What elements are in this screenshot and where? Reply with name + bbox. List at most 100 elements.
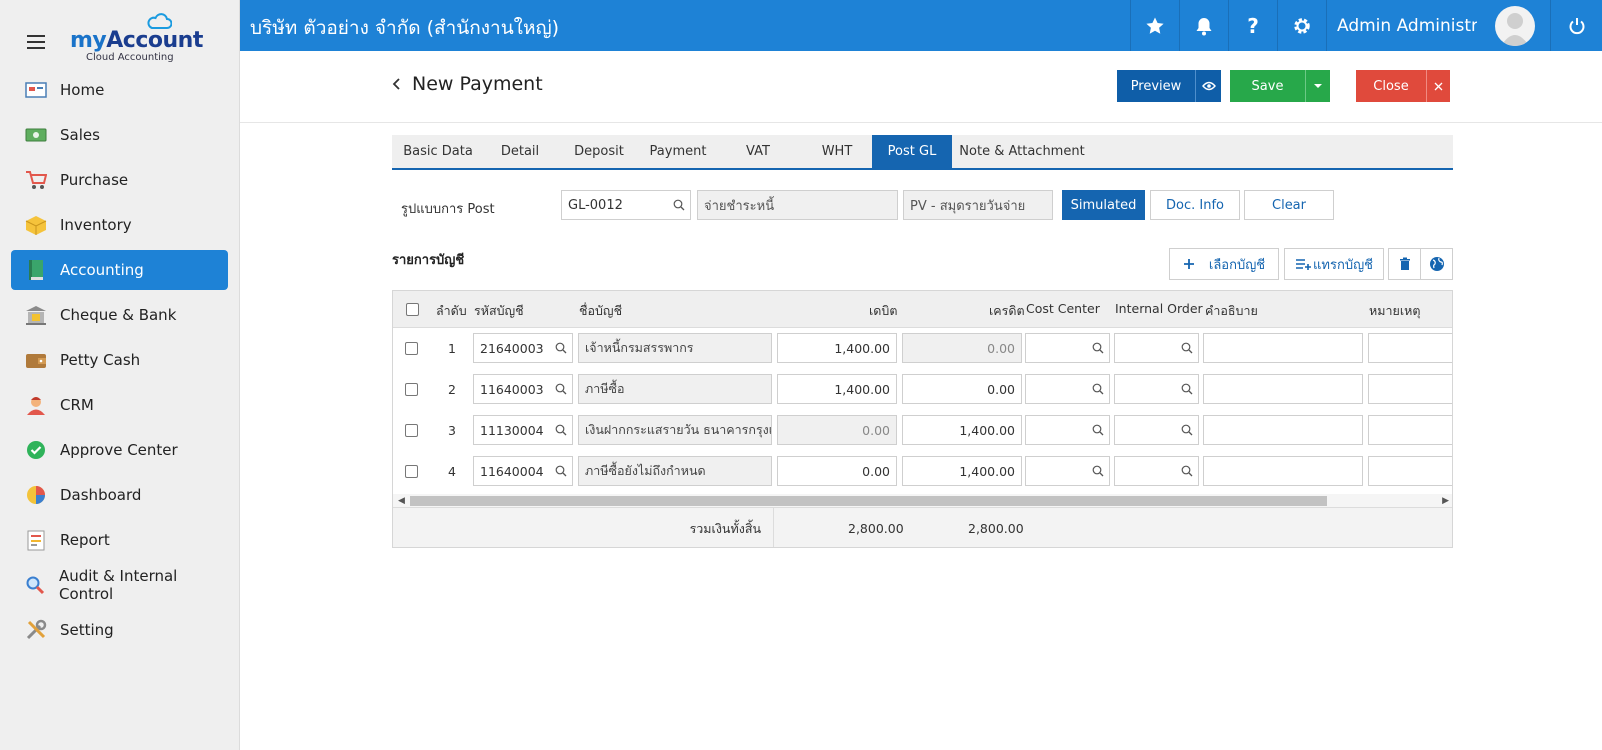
tab-note-attachment[interactable]: Note & Attachment xyxy=(952,135,1092,168)
save-options-button[interactable] xyxy=(1305,70,1330,102)
search-icon[interactable] xyxy=(555,465,567,477)
remark-input[interactable] xyxy=(1368,456,1452,486)
scroll-left-arrow-icon[interactable]: ◀ xyxy=(398,496,405,506)
check-circle-icon xyxy=(25,439,47,461)
cost-center-input[interactable] xyxy=(1025,456,1110,486)
search-icon[interactable] xyxy=(1092,465,1104,477)
tab-wht[interactable]: WHT xyxy=(802,135,872,168)
chevron-left-icon[interactable] xyxy=(390,77,404,91)
doc-info-button[interactable]: Doc. Info xyxy=(1150,190,1240,220)
search-icon[interactable] xyxy=(1181,342,1193,354)
debit-input[interactable]: 1,400.00 xyxy=(777,374,897,404)
account-code-input[interactable]: 21640003 xyxy=(473,333,573,363)
search-icon[interactable] xyxy=(1181,424,1193,436)
description-input[interactable] xyxy=(1203,333,1363,363)
sidebar-item-audit[interactable]: Audit & Internal Control xyxy=(11,565,228,605)
search-icon[interactable] xyxy=(1092,383,1104,395)
debit-input: 0.00 xyxy=(777,415,897,445)
internal-order-input[interactable] xyxy=(1114,415,1199,445)
clear-button[interactable]: Clear xyxy=(1244,190,1334,220)
debit-input[interactable]: 1,400.00 xyxy=(777,333,897,363)
remark-input[interactable] xyxy=(1368,333,1452,363)
save-button[interactable]: Save xyxy=(1230,70,1305,102)
scroll-right-arrow-icon[interactable]: ▶ xyxy=(1442,496,1449,506)
remark-input[interactable] xyxy=(1368,374,1452,404)
sidebar-item-accounting[interactable]: Accounting xyxy=(11,250,228,290)
sidebar-item-crm[interactable]: CRM xyxy=(11,385,228,425)
settings-button[interactable] xyxy=(1277,0,1326,51)
debit-input[interactable]: 0.00 xyxy=(777,456,897,486)
account-code-input[interactable]: 11130004 xyxy=(473,415,573,445)
credit-input[interactable]: 0.00 xyxy=(902,374,1022,404)
search-icon[interactable] xyxy=(1181,383,1193,395)
user-menu[interactable]: Admin Administr... xyxy=(1326,0,1550,51)
language-button[interactable] xyxy=(1420,248,1453,280)
sidebar-item-setting[interactable]: Setting xyxy=(11,610,228,650)
credit-input[interactable]: 1,400.00 xyxy=(902,456,1022,486)
close-button[interactable]: Close xyxy=(1356,70,1426,102)
tab-payment[interactable]: Payment xyxy=(642,135,714,168)
logout-button[interactable] xyxy=(1550,0,1602,51)
sidebar-item-inventory[interactable]: Inventory xyxy=(11,205,228,245)
cost-center-input[interactable] xyxy=(1025,374,1110,404)
description-input[interactable] xyxy=(1203,374,1363,404)
internal-order-input[interactable] xyxy=(1114,374,1199,404)
credit-input[interactable]: 1,400.00 xyxy=(902,415,1022,445)
row-checkbox[interactable] xyxy=(405,342,418,355)
search-icon[interactable] xyxy=(1181,465,1193,477)
row-checkbox[interactable] xyxy=(405,383,418,396)
search-icon[interactable] xyxy=(555,383,567,395)
search-icon[interactable] xyxy=(1092,424,1104,436)
app-logo[interactable]: myAccount Cloud Accounting xyxy=(68,12,203,64)
post-code-input[interactable]: GL-0012 xyxy=(561,190,691,220)
horizontal-scrollbar[interactable]: ◀ ▶ xyxy=(393,494,1452,507)
search-icon[interactable] xyxy=(555,424,567,436)
description-input[interactable] xyxy=(1203,456,1363,486)
sidebar-item-sales[interactable]: Sales xyxy=(11,115,228,155)
search-icon[interactable] xyxy=(1092,342,1104,354)
sidebar-item-approve-center[interactable]: Approve Center xyxy=(11,430,228,470)
preview-eye-button[interactable] xyxy=(1195,70,1221,102)
scrollbar-thumb[interactable] xyxy=(410,496,1327,506)
insert-account-button[interactable]: แทรกบัญชี xyxy=(1284,248,1384,280)
select-all-checkbox[interactable] xyxy=(406,303,419,316)
preview-button[interactable]: Preview xyxy=(1117,70,1195,102)
notifications-button[interactable] xyxy=(1179,0,1228,51)
account-code-input[interactable]: 11640003 xyxy=(473,374,573,404)
account-code-input[interactable]: 11640004 xyxy=(473,456,573,486)
account-name-field: เจ้าหนี้กรมสรรพากร xyxy=(578,333,772,363)
search-icon[interactable] xyxy=(673,199,685,211)
sidebar-item-report[interactable]: Report xyxy=(11,520,228,560)
hamburger-menu-icon[interactable] xyxy=(27,35,45,49)
tab-basic-data[interactable]: Basic Data xyxy=(392,135,484,168)
select-account-button[interactable]: เลือกบัญชี xyxy=(1169,248,1279,280)
col-debit: เดบิต xyxy=(869,303,898,318)
insert-account-label: แทรกบัญชี xyxy=(1313,257,1373,273)
cost-center-input[interactable] xyxy=(1025,415,1110,445)
box-icon xyxy=(25,214,47,236)
internal-order-input[interactable] xyxy=(1114,333,1199,363)
sidebar-item-cheque-bank[interactable]: Cheque & Bank xyxy=(11,295,228,335)
sidebar-item-label: Report xyxy=(60,531,110,549)
sidebar-item-purchase[interactable]: Purchase xyxy=(11,160,228,200)
favorites-button[interactable] xyxy=(1130,0,1179,51)
magnifier-icon xyxy=(25,574,46,596)
tab-detail[interactable]: Detail xyxy=(484,135,556,168)
tab-deposit[interactable]: Deposit xyxy=(556,135,642,168)
row-checkbox[interactable] xyxy=(405,424,418,437)
tab-vat[interactable]: VAT xyxy=(714,135,802,168)
internal-order-input[interactable] xyxy=(1114,456,1199,486)
simulated-button[interactable]: Simulated xyxy=(1062,190,1145,220)
sidebar-item-petty-cash[interactable]: Petty Cash xyxy=(11,340,228,380)
row-checkbox[interactable] xyxy=(405,465,418,478)
tab-post-gl[interactable]: Post GL xyxy=(872,135,952,168)
sidebar-item-home[interactable]: Home xyxy=(11,70,228,110)
remark-input[interactable] xyxy=(1368,415,1452,445)
search-icon[interactable] xyxy=(555,342,567,354)
description-input[interactable] xyxy=(1203,415,1363,445)
sidebar-item-dashboard[interactable]: Dashboard xyxy=(11,475,228,515)
cost-center-input[interactable] xyxy=(1025,333,1110,363)
close-x-button[interactable] xyxy=(1426,70,1450,102)
help-button[interactable]: ? xyxy=(1228,0,1277,51)
delete-row-button[interactable] xyxy=(1388,248,1422,280)
